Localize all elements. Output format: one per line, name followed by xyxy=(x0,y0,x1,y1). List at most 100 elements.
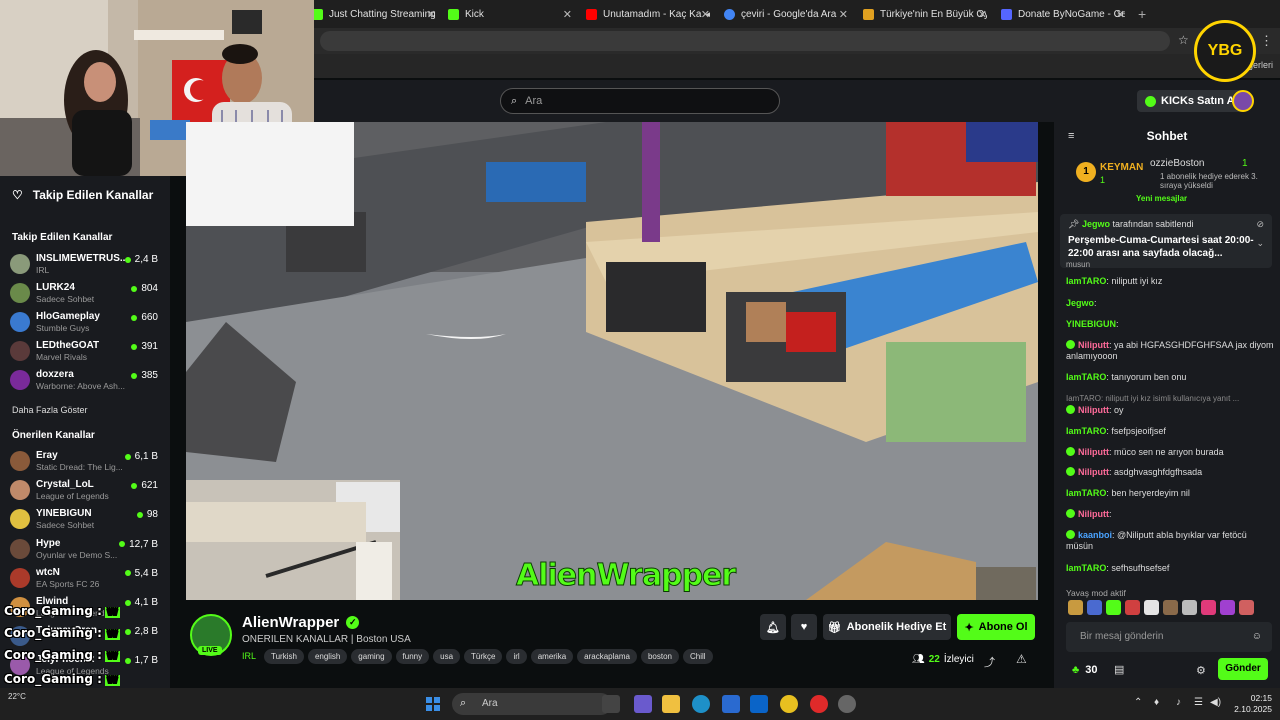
stream-tag[interactable]: usa xyxy=(433,649,461,664)
chat-username[interactable]: Niliputt xyxy=(1078,509,1109,519)
stream-category[interactable]: IRL xyxy=(242,651,256,661)
stream-tag[interactable]: arackaplama xyxy=(577,649,637,664)
chat-username[interactable]: Niliputt xyxy=(1078,405,1109,415)
chat-username[interactable]: IamTARO xyxy=(1066,276,1106,286)
sidebar-channel-item[interactable]: LEDtheGOAT Marvel Rivals 391 xyxy=(10,339,160,365)
video-player[interactable]: AlienWrapper xyxy=(186,122,1038,600)
top-gifter-name[interactable]: KEYMAN xyxy=(1100,162,1143,173)
sidebar-channel-item[interactable]: LURK24 Sadece Sohbet 804 xyxy=(10,281,160,307)
chat-username[interactable]: Jegwo xyxy=(1066,298,1094,308)
sidebar-header[interactable]: ♡ Takip Edilen Kanallar xyxy=(12,188,153,202)
sidebar-channel-item[interactable]: INSLIMEWETRUS... IRL 2,4 B xyxy=(10,252,160,278)
emote-icon[interactable] xyxy=(1182,600,1197,615)
emote-icon[interactable] xyxy=(1201,600,1216,615)
buy-kicks-button[interactable]: KICKs Satın Al xyxy=(1137,90,1246,112)
stream-tag[interactable]: Chill xyxy=(683,649,713,664)
chat-username[interactable]: YINEBIGUN xyxy=(1066,319,1116,329)
stream-tag[interactable]: Türkçe xyxy=(464,649,503,664)
chat-message-input[interactable]: Bir mesaj gönderin ☺ xyxy=(1066,622,1272,652)
emote-icon[interactable] xyxy=(1220,600,1235,615)
store-icon[interactable]: ▤ xyxy=(1114,663,1124,676)
follow-button[interactable]: ♥ xyxy=(791,614,817,640)
emote-icon[interactable] xyxy=(1239,600,1254,615)
stream-tag[interactable]: boston xyxy=(640,649,679,664)
chat-username[interactable]: IamTARO xyxy=(1066,563,1106,573)
close-tab-icon[interactable]: ✕ xyxy=(839,8,848,21)
stream-tag[interactable]: funny xyxy=(395,649,430,664)
sidebar-channel-item[interactable]: Hype Oyunlar ve Demo S... 12,7 B xyxy=(10,537,160,563)
browser-tab[interactable]: Donate ByNoGame - Geli ✕ xyxy=(1001,4,1125,24)
task-view-icon[interactable] xyxy=(602,695,620,713)
security-icon[interactable]: ♦ xyxy=(1154,697,1159,708)
send-button[interactable]: Gönder xyxy=(1218,658,1268,680)
show-more-link[interactable]: Daha Fazla Göster xyxy=(12,405,88,415)
close-tab-icon[interactable]: ✕ xyxy=(978,8,987,21)
notification-bell-button[interactable]: 🔔︎ xyxy=(760,614,786,640)
emote-icon[interactable] xyxy=(1125,600,1140,615)
browser-tab[interactable]: Unutamadım - Kaç Ka ◀) ✕ xyxy=(586,4,710,24)
system-clock[interactable]: 02:15 2.10.2025 xyxy=(1226,693,1272,715)
stream-tag[interactable]: amerika xyxy=(530,649,574,664)
gift-sub-button[interactable]: 🎁︎ Abonelik Hediye Et xyxy=(823,614,951,640)
store-icon[interactable] xyxy=(722,695,740,713)
outlook-icon[interactable] xyxy=(750,695,768,713)
sidebar-channel-item[interactable]: doxzera Warborne: Above Ash... 385 xyxy=(10,368,160,394)
stream-tag[interactable]: irl xyxy=(506,649,527,664)
chat-username[interactable]: IamTARO xyxy=(1066,372,1106,382)
stream-tag[interactable]: english xyxy=(307,649,348,664)
sidebar-channel-item[interactable]: Crystal_LoL League of Legends 621 xyxy=(10,478,160,504)
recording-app-icon[interactable] xyxy=(810,695,828,713)
chat-username[interactable]: IamTARO xyxy=(1066,488,1106,498)
microphone-icon[interactable]: ♪ xyxy=(1176,697,1181,708)
sidebar-channel-item[interactable]: HloGameplay Stumble Guys 660 xyxy=(10,310,160,336)
browser-tab[interactable]: çeviri - Google'da Ara ✕ xyxy=(724,4,848,24)
channel-name[interactable]: AlienWrapper ✓ xyxy=(242,614,360,631)
edge-icon[interactable] xyxy=(692,695,710,713)
sidebar-channel-item[interactable]: wtcN EA Sports FC 26 5,4 B xyxy=(10,566,160,592)
stream-tag[interactable]: Turkish xyxy=(264,649,304,664)
settings-icon[interactable] xyxy=(838,695,856,713)
chrome-icon[interactable] xyxy=(780,695,798,713)
new-tab-icon[interactable]: + xyxy=(1138,6,1146,22)
subscribe-button[interactable]: ✦ Abone Ol xyxy=(957,614,1035,640)
browser-tab[interactable]: Just Chatting Streaming - ✕ xyxy=(312,4,436,24)
chat-username[interactable]: Niliputt xyxy=(1078,340,1109,350)
file-explorer-icon[interactable] xyxy=(662,695,680,713)
stream-tag[interactable]: gaming xyxy=(351,649,392,664)
channel-points[interactable]: ♣ 30 xyxy=(1072,664,1098,676)
emote-icon[interactable] xyxy=(1087,600,1102,615)
share-icon[interactable]: ⤴ xyxy=(984,654,995,670)
pinned-message[interactable]: 📌︎ Jegwo tarafından sabitlendi Perşembe-… xyxy=(1060,214,1272,268)
sidebar-channel-item[interactable]: Eray Static Dread: The Lig... 6,1 B xyxy=(10,449,160,475)
user-avatar[interactable] xyxy=(1232,90,1254,112)
emote-icon[interactable] xyxy=(1163,600,1178,615)
report-icon[interactable]: ⚠ xyxy=(1016,652,1027,666)
close-tab-icon[interactable]: ✕ xyxy=(563,8,572,21)
teams-icon[interactable] xyxy=(634,695,652,713)
bookmark-star-icon[interactable]: ☆ xyxy=(1178,33,1189,47)
emoji-icon[interactable]: ☺ xyxy=(1252,631,1262,642)
chat-username[interactable]: Niliputt xyxy=(1078,447,1109,457)
chevron-down-icon[interactable]: ⌄ xyxy=(1256,238,1264,249)
emote-icon[interactable] xyxy=(1068,600,1083,615)
unpin-icon[interactable]: ⊘ xyxy=(1256,219,1264,230)
search-input[interactable]: ⌕ Ara xyxy=(500,88,780,114)
emote-icon[interactable] xyxy=(1144,600,1159,615)
network-icon[interactable]: ☰ xyxy=(1194,697,1203,708)
close-tab-icon[interactable]: ✕ xyxy=(1116,8,1125,21)
taskbar-search[interactable]: ⌕ Ara xyxy=(452,693,612,715)
chat-username[interactable]: IamTARO xyxy=(1066,426,1106,436)
chat-username[interactable]: Niliputt xyxy=(1078,467,1109,477)
close-tab-icon[interactable]: ✕ xyxy=(427,8,436,21)
second-gifter-name[interactable]: ozzieBoston xyxy=(1150,158,1204,169)
url-field[interactable] xyxy=(320,31,1170,51)
browser-tab[interactable]: Türkiye'nin En Büyük Oyu ✕ xyxy=(863,4,987,24)
gear-icon[interactable]: ⚙ xyxy=(1196,664,1206,677)
browser-menu-icon[interactable]: ⋮ xyxy=(1260,33,1273,49)
new-messages-label[interactable]: Yeni mesajlar xyxy=(1136,194,1187,203)
windows-start-icon[interactable] xyxy=(426,697,440,711)
browser-tab[interactable]: Kick ✕ xyxy=(448,4,572,24)
tray-chevron-icon[interactable]: ⌃ xyxy=(1134,697,1142,708)
close-tab-icon[interactable]: ✕ xyxy=(701,8,710,21)
emote-icon[interactable] xyxy=(1106,600,1121,615)
